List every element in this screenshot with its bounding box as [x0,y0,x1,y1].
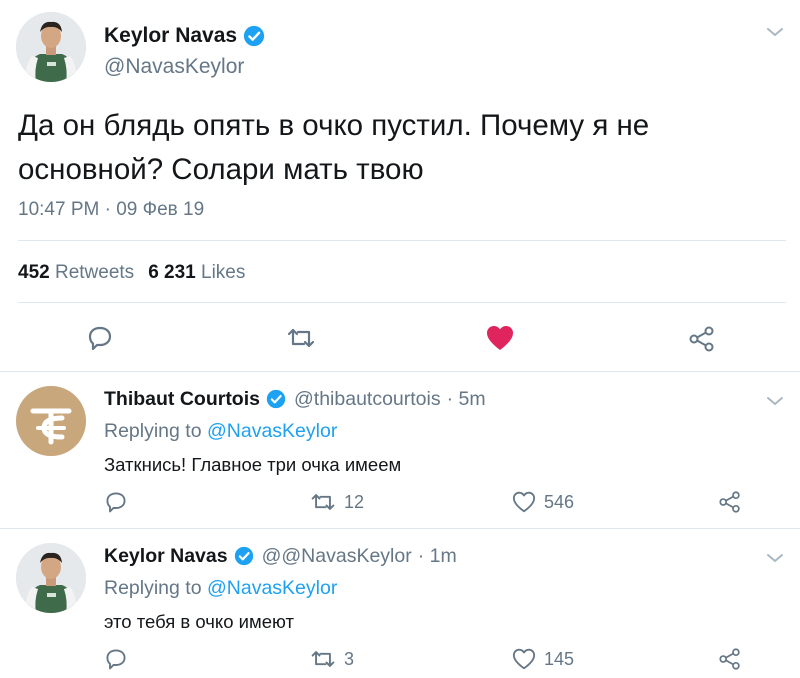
verified-badge-icon [266,389,288,411]
chevron-down-icon[interactable] [764,394,786,408]
likes-stat[interactable]: 6 231 Likes [148,262,245,284]
heart-icon [512,648,536,670]
retweets-label: Retweets [54,262,135,283]
divider [18,302,786,303]
avatar[interactable] [16,386,86,456]
retweet-button[interactable]: 12 [310,491,364,513]
retweet-icon [310,491,336,513]
author-name[interactable]: Keylor Navas [104,545,228,568]
reply-header: Thibaut Courtois @thibautcourtois · 5m [104,388,486,411]
tweet-text: Да он блядь опять в очко пустил. Почему … [18,109,650,186]
replying-to-label: Replying to [104,420,202,442]
reply-icon [104,647,128,671]
reply-text: это тебя в очко имеют [104,611,294,632]
share-icon [718,491,742,513]
author-handle[interactable]: @NavasKeylor [104,55,244,79]
replying-to-label: Replying to [104,577,202,599]
share-button[interactable] [718,648,742,670]
tweet-actions [0,316,800,360]
main-tweet: Keylor Navas @NavasKeylor Да он блядь оп… [0,0,800,372]
avatar[interactable] [16,543,86,613]
likes-label: Likes [201,262,246,283]
reply-header: Keylor Navas @@NavasKeylor · 1m [104,545,457,568]
avatar[interactable] [16,12,86,82]
retweet-icon [310,648,336,670]
retweets-count: 452 [18,262,50,283]
reply-tweet: Thibaut Courtois @thibautcourtois · 5m R… [0,372,800,528]
like-button[interactable]: 546 [512,491,574,513]
divider [18,240,786,241]
replying-to-link[interactable]: @NavasKeylor [207,420,337,442]
reply-text: Заткнись! Главное три очка имеем [104,454,402,475]
retweet-button[interactable]: 3 [310,648,354,670]
reply-button[interactable] [104,647,128,671]
replying-to: Replying to @NavasKeylor [104,420,337,443]
retweet-icon [286,326,316,350]
reply-button[interactable] [86,324,114,352]
like-count: 145 [544,648,575,669]
reply-icon [86,324,114,352]
relative-time[interactable]: · 1m [418,545,457,568]
chevron-down-icon[interactable] [764,25,786,39]
replying-to-link[interactable]: @NavasKeylor [207,577,337,599]
tweet-stats: 452 Retweets 6 231 Likes [18,262,245,284]
chevron-down-icon[interactable] [764,551,786,565]
like-button[interactable] [486,325,514,351]
retweets-stat[interactable]: 452 Retweets [18,262,134,284]
share-icon [718,648,742,670]
verified-badge-icon [243,25,265,47]
replying-to: Replying to @NavasKeylor [104,577,337,600]
author-name[interactable]: Thibaut Courtois [104,388,260,411]
author-name-label: Keylor Navas [104,24,238,47]
author-handle[interactable]: @@NavasKeylor [262,545,412,568]
reply-actions: 12 546 [0,490,800,520]
retweet-count: 3 [344,648,355,669]
heart-filled-icon [486,325,514,351]
retweet-button[interactable] [286,326,316,350]
relative-time[interactable]: · 5m [447,388,486,411]
author-handle[interactable]: @thibautcourtois [294,388,441,411]
author-name[interactable]: Keylor Navas [104,24,265,48]
tweet-timestamp[interactable]: 10:47 PM · 09 Фев 19 [18,199,204,221]
like-button[interactable]: 145 [512,648,574,670]
reply-icon [104,490,128,514]
like-count: 546 [544,491,575,512]
reply-actions: 3 145 [0,647,800,677]
verified-badge-icon [234,546,256,568]
heart-icon [512,491,536,513]
retweet-count: 12 [344,491,365,512]
share-icon [688,326,716,352]
share-button[interactable] [688,326,716,352]
reply-button[interactable] [104,490,128,514]
share-button[interactable] [718,491,742,513]
reply-tweet: Keylor Navas @@NavasKeylor · 1m Replying… [0,529,800,678]
likes-count: 6 231 [148,262,196,283]
